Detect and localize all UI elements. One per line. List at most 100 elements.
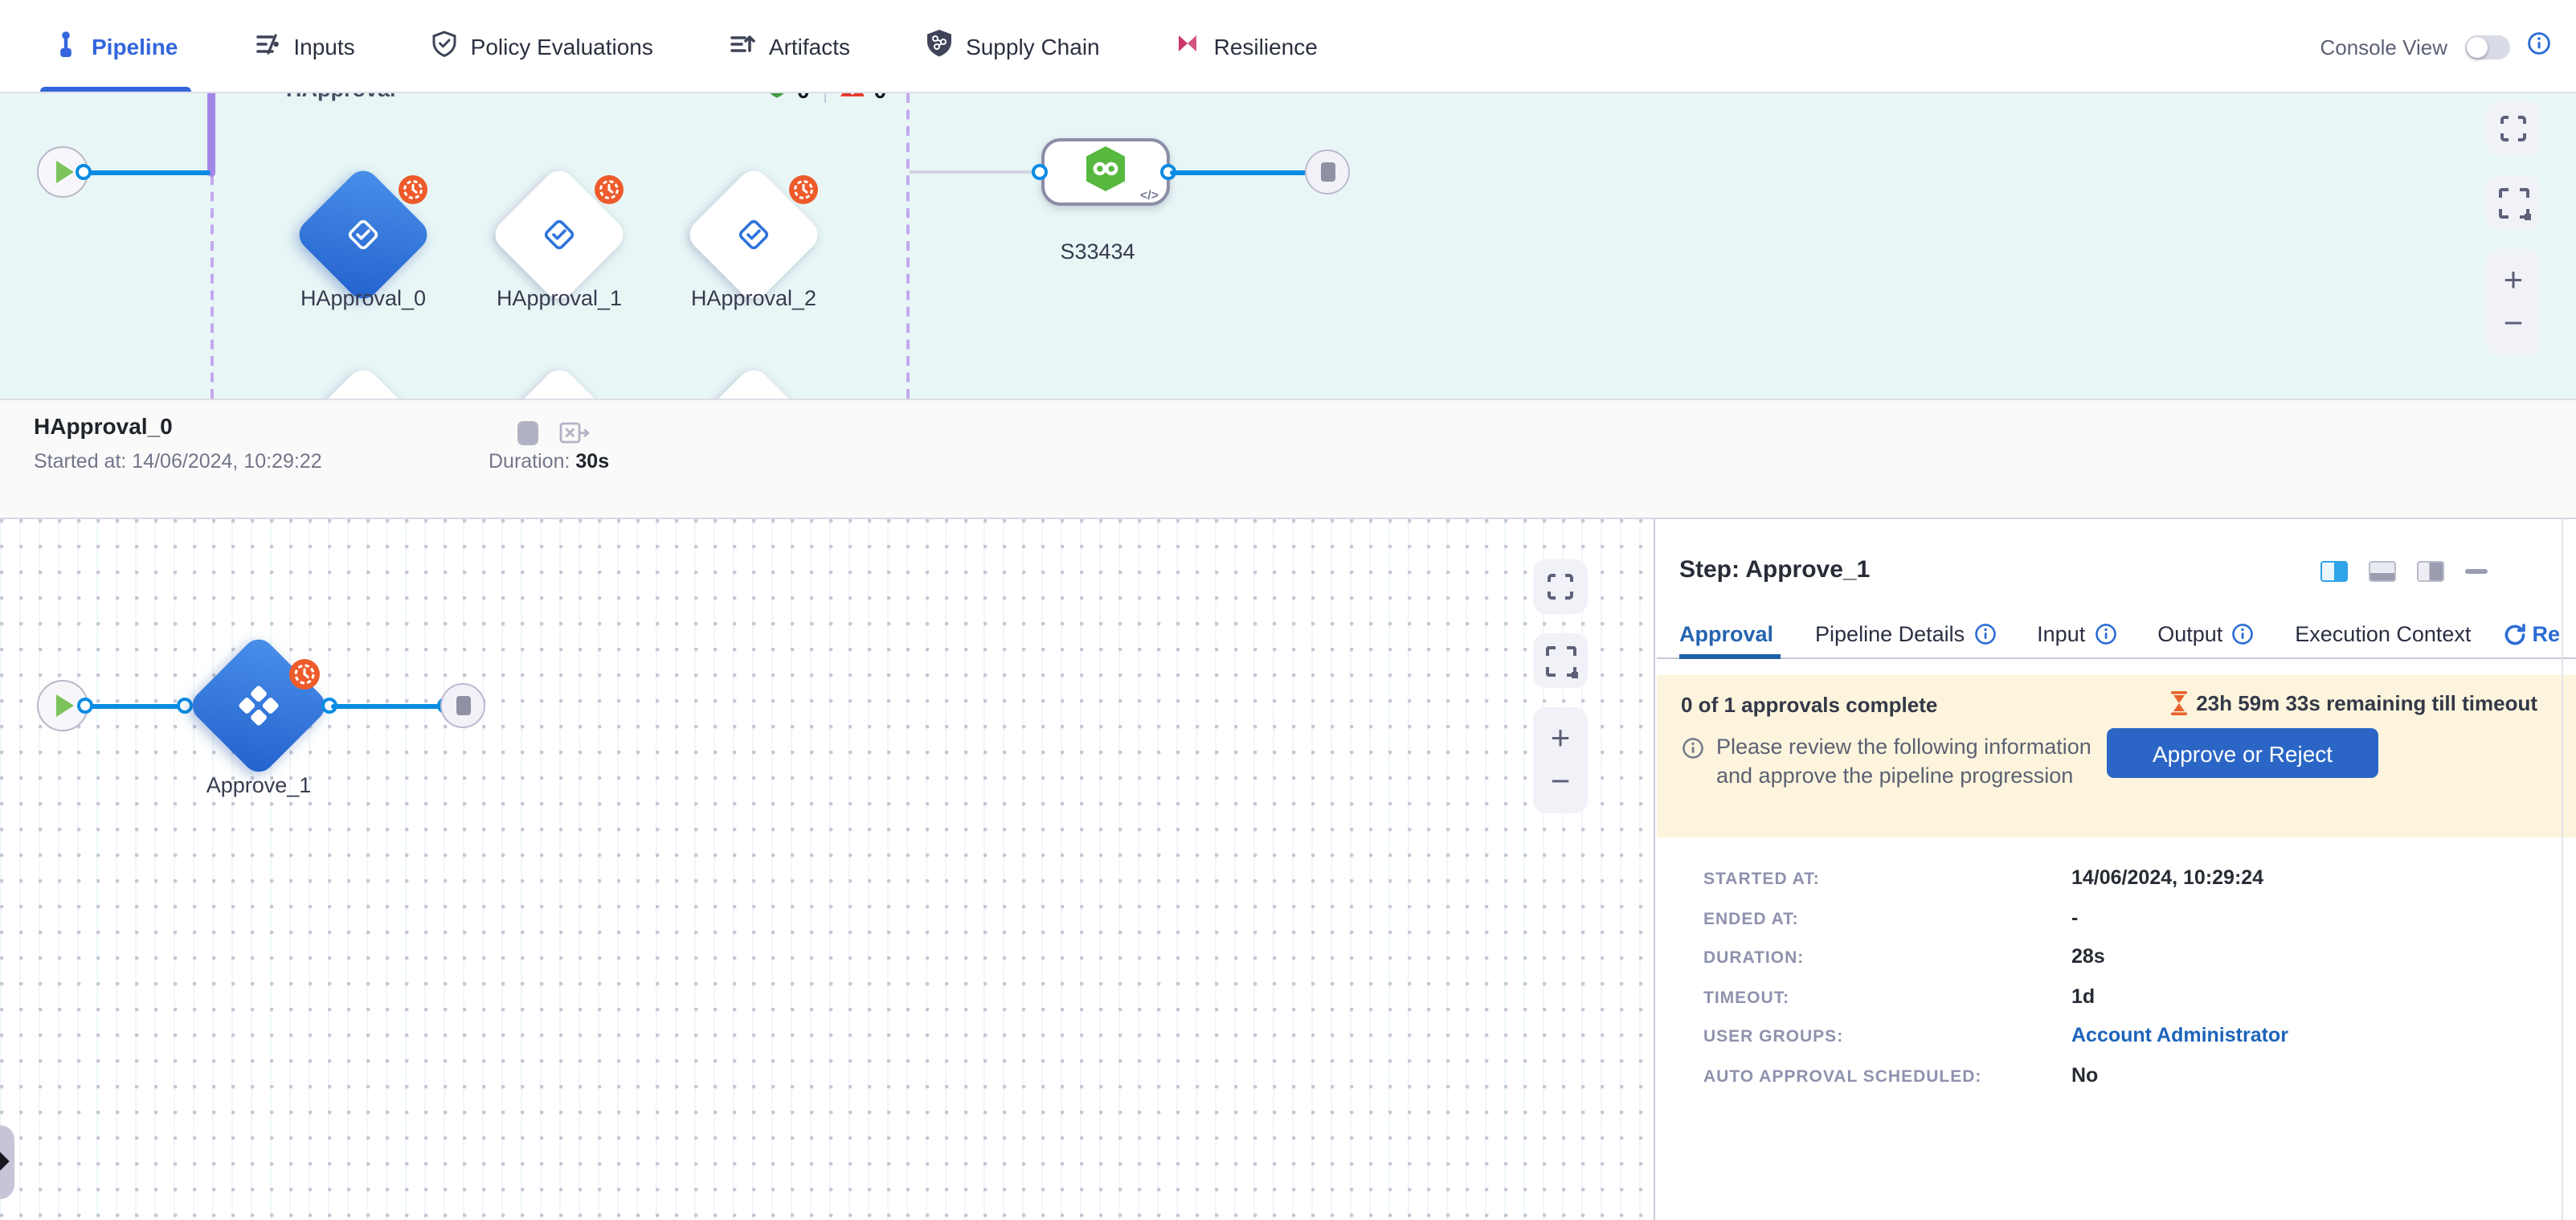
approval-check-icon (342, 214, 384, 256)
timeout-clock-badge (399, 175, 427, 204)
zoom-out-button[interactable]: − (1551, 765, 1571, 799)
tab-label: Inputs (293, 33, 354, 59)
stage-selection-bar (207, 93, 215, 177)
step-details-panel: Step: Approve_1 Approval Pipeline Detail… (1657, 519, 2576, 1220)
dock-bottom-icon[interactable] (2369, 561, 2396, 582)
approval-check-icon (538, 214, 580, 256)
success-count: 0 (797, 93, 810, 103)
detail-label: ENDED AT: (1703, 909, 2071, 928)
refresh-icon (2503, 623, 2525, 645)
drawer-handle[interactable] (0, 1125, 14, 1199)
connector-line (85, 703, 186, 708)
toggle-knob (2467, 36, 2488, 57)
approve-or-reject-button[interactable]: Approve or Reject (2107, 728, 2378, 778)
step-node-s33434[interactable]: </> (1041, 138, 1170, 206)
skip-condition-icon[interactable] (559, 421, 591, 453)
connector-line (84, 170, 211, 174)
stop-icon (1320, 162, 1335, 182)
approval-banner: 0 of 1 approvals complete 23h 59m 33s re… (1657, 675, 2576, 837)
duration-value: 30s (575, 450, 609, 473)
zoom-in-button[interactable]: + (1551, 722, 1571, 755)
review-line-1: Please review the following information (1716, 733, 2091, 761)
review-message: Please review the following information … (1716, 733, 2091, 789)
stage-boundary-right (906, 93, 910, 399)
console-view-toggle[interactable] (2465, 35, 2510, 59)
minimize-icon[interactable] (2465, 569, 2488, 574)
split-view-icon[interactable] (2320, 561, 2348, 582)
play-icon (56, 694, 74, 717)
tab-label: Policy Evaluations (471, 33, 653, 59)
fit-to-view-button[interactable] (2486, 175, 2541, 230)
failed-count: 0 (874, 93, 887, 103)
step-end-node[interactable] (440, 683, 485, 728)
tab-inputs[interactable]: Inputs (237, 0, 370, 92)
approval-check-icon (733, 214, 775, 256)
connector-port (76, 164, 92, 180)
panel-title: Step: Approve_1 (1679, 556, 1870, 583)
play-icon (56, 161, 74, 183)
approvals-progress-text: 0 of 1 approvals complete (1681, 693, 1937, 717)
graph-controls: + − (2486, 101, 2541, 355)
step-node-approve-1[interactable] (186, 633, 331, 778)
pipeline-end-node[interactable] (1305, 149, 1350, 194)
shield-network-icon (926, 29, 953, 63)
stage-header: HApproval (254, 93, 396, 101)
tab-supply-chain[interactable]: Supply Chain (910, 0, 1116, 92)
connector-line (1170, 170, 1308, 174)
info-icon (1974, 624, 1995, 645)
detail-label: AUTO APPROVAL SCHEDULED: (1703, 1066, 2071, 1086)
divider (824, 93, 826, 103)
success-shield-icon (767, 93, 787, 106)
node-label: HApproval_2 (641, 286, 866, 310)
tab-output[interactable]: Output (2157, 611, 2253, 657)
step-node-partial[interactable] (292, 363, 433, 399)
graph-controls: + − (1533, 559, 1588, 813)
timeout-remaining: 23h 59m 33s remaining till timeout (2169, 691, 2537, 715)
tab-policy-evaluations[interactable]: Policy Evaluations (415, 0, 669, 92)
tab-label: Resilience (1214, 33, 1318, 59)
tab-label: Pipeline (92, 33, 178, 59)
zoom-out-button[interactable]: − (2504, 307, 2524, 341)
timeout-clock-badge (789, 175, 818, 204)
marquee-icon (2498, 187, 2529, 218)
stage-name: HApproval (286, 93, 396, 101)
approval-diamonds-icon (235, 682, 283, 730)
step-node-partial[interactable] (683, 363, 824, 399)
zoom-button-group: + − (1533, 707, 1588, 813)
fullscreen-button[interactable] (2486, 101, 2541, 156)
node-label: HApproval_0 (251, 286, 476, 310)
fullscreen-button[interactable] (1533, 559, 1588, 614)
panel-view-controls (2320, 561, 2488, 582)
tab-input[interactable]: Input (2037, 611, 2116, 657)
abort-icon[interactable] (517, 421, 538, 445)
user-groups-link[interactable]: Account Administrator (2071, 1024, 2288, 1046)
dock-right-icon[interactable] (2417, 561, 2444, 582)
tab-approval[interactable]: Approval (1679, 611, 1773, 657)
detail-label: STARTED AT: (1703, 870, 2071, 889)
tab-pipeline[interactable]: Pipeline (37, 0, 194, 92)
fit-to-view-button[interactable] (1533, 633, 1588, 688)
detail-value: - (2071, 906, 2288, 928)
tab-label: Approval (1679, 622, 1773, 646)
tab-execution-context[interactable]: Execution Context (2295, 611, 2471, 657)
tab-artifacts[interactable]: Artifacts (713, 0, 866, 92)
harness-hexagon-icon (1086, 145, 1125, 199)
tab-resilience[interactable]: Resilience (1159, 0, 1334, 92)
stop-icon (456, 696, 470, 715)
approval-details: STARTED AT: 14/06/2024, 10:29:24 ENDED A… (1703, 866, 2288, 1086)
refresh-label: Re (2532, 622, 2560, 646)
review-line-2: and approve the pipeline progression (1716, 761, 2091, 789)
info-icon[interactable] (2528, 31, 2550, 62)
connector-port (177, 698, 193, 714)
tab-label: Pipeline Details (1815, 622, 1965, 646)
warning-triangle-icon (840, 93, 865, 104)
timeout-clock-badge (289, 659, 320, 690)
navbar-right: Console View (2320, 0, 2550, 93)
refresh-button[interactable]: Re (2503, 611, 2560, 657)
tab-label: Output (2157, 622, 2222, 646)
detail-label: TIMEOUT: (1703, 988, 2071, 1007)
zoom-in-button[interactable]: + (2504, 264, 2524, 297)
step-node-partial[interactable] (489, 363, 629, 399)
zoom-button-group: + − (2486, 249, 2541, 355)
tab-pipeline-details[interactable]: Pipeline Details (1815, 611, 1995, 657)
